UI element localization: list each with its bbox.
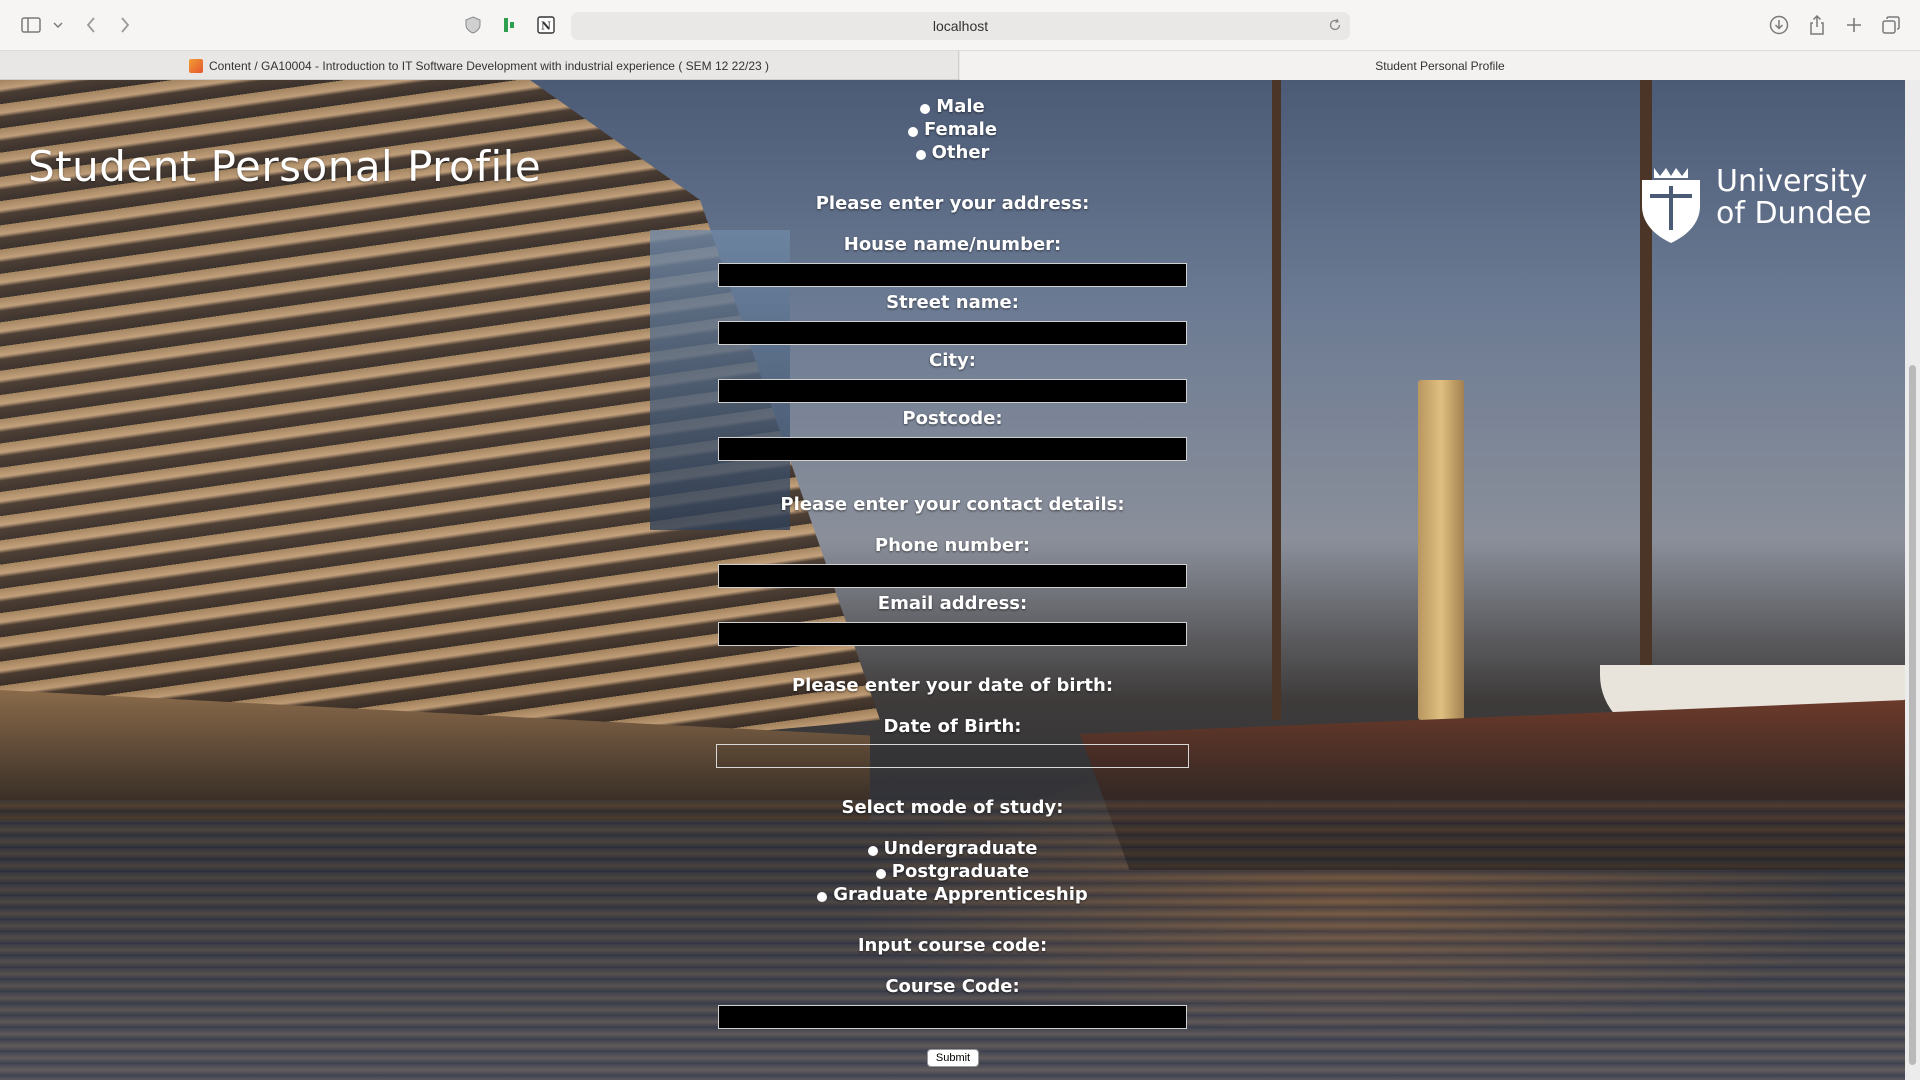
chevron-down-icon[interactable] [52,14,64,36]
radio-label: Postgraduate [891,861,1030,882]
address-text: localhost [932,18,989,34]
course-code-label: Course Code: [885,976,1020,997]
radio-label: Male [936,96,985,117]
address-bar[interactable]: localhost [571,12,1350,40]
radio-icon[interactable] [920,104,931,114]
gender-option-female[interactable]: Female [0,119,1905,140]
gender-option-other[interactable]: Other [0,142,1905,163]
notion-extension-icon[interactable]: N [536,14,556,36]
page-scrollbar[interactable] [1905,80,1920,1080]
tab-bar: Content / GA10004 - Introduction to IT S… [0,51,1920,80]
favicon-icon [188,58,203,73]
downloads-icon[interactable] [1768,14,1790,36]
tab-overview-icon[interactable] [1880,14,1902,36]
radio-icon[interactable] [867,846,878,856]
phone-label: Phone number: [874,535,1031,556]
postcode-label: Postcode: [902,408,1003,429]
course-code-input[interactable] [718,1005,1187,1029]
course-heading: Input course code: [857,935,1048,956]
forward-icon[interactable] [116,14,134,36]
house-input[interactable] [718,263,1187,287]
browser-toolbar: N localhost [0,0,1920,51]
tab-course-content[interactable]: Content / GA10004 - Introduction to IT S… [0,51,959,80]
address-heading: Please enter your address: [815,193,1090,214]
tab-student-profile[interactable]: Student Personal Profile [960,51,1920,80]
postcode-input[interactable] [718,437,1187,461]
radio-icon[interactable] [875,869,886,879]
city-label: City: [929,350,976,371]
tab-label: Content / GA10004 - Introduction to IT S… [208,58,770,73]
street-label: Street name: [886,292,1019,313]
submit-button[interactable]: Submit [927,1049,979,1067]
study-heading: Select mode of study: [841,797,1064,818]
house-label: House name/number: [843,234,1062,255]
email-input[interactable] [718,622,1187,646]
dob-label: Date of Birth: [883,716,1022,737]
dob-heading: Please enter your date of birth: [791,675,1114,696]
sidebar-toggle-icon[interactable] [20,14,42,36]
new-tab-icon[interactable] [1843,14,1865,36]
reload-icon[interactable] [1328,18,1342,35]
dob-input[interactable] [716,744,1189,768]
svg-text:N: N [541,20,551,33]
study-option-graduate-apprenticeship[interactable]: Graduate Apprenticeship [0,884,1905,905]
web-page: Student Personal Profile University of D… [0,80,1905,1080]
contact-heading: Please enter your contact details: [780,494,1125,515]
radio-label: Female [923,119,998,140]
privacy-shield-icon[interactable] [463,14,483,36]
study-option-postgraduate[interactable]: Postgraduate [0,861,1905,882]
share-icon[interactable] [1806,14,1828,36]
scrollbar-thumb[interactable] [1909,365,1916,1065]
street-input[interactable] [718,321,1187,345]
extension-green-icon[interactable] [499,14,519,36]
gender-option-male[interactable]: Male [0,96,1905,117]
radio-label: Other [931,142,990,163]
radio-icon[interactable] [915,150,926,160]
phone-input[interactable] [718,564,1187,588]
student-profile-form: Male Female Other Please enter your addr… [0,80,1905,1080]
back-icon[interactable] [82,14,100,36]
study-option-undergraduate[interactable]: Undergraduate [0,838,1905,859]
tab-label: Student Personal Profile [1375,58,1505,73]
radio-label: Undergraduate [883,838,1038,859]
radio-icon[interactable] [817,892,828,902]
city-input[interactable] [718,379,1187,403]
radio-label: Graduate Apprenticeship [833,884,1088,905]
radio-icon[interactable] [907,127,918,137]
email-label: Email address: [877,593,1028,614]
